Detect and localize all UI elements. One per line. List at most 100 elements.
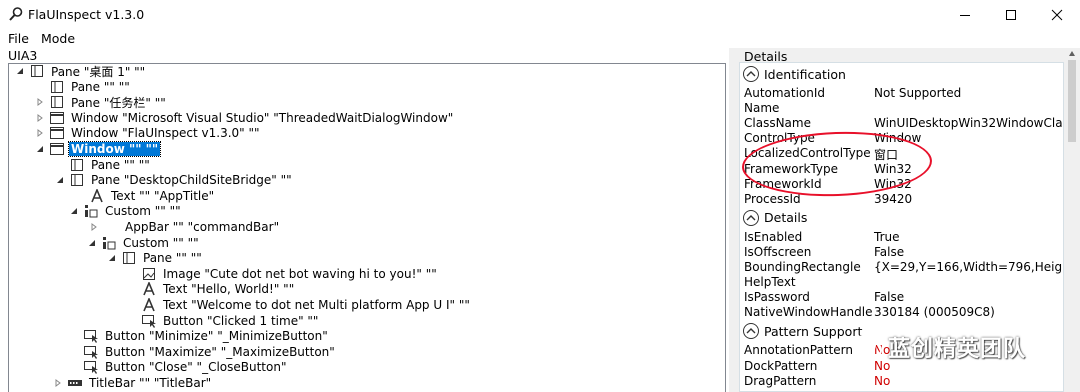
- window-icon: [49, 141, 65, 157]
- property-value: WinUIDesktopWin32WindowCla: [874, 116, 1063, 131]
- details-scrollbar[interactable]: [1064, 48, 1080, 392]
- menu-bar: File Mode: [0, 30, 1080, 48]
- custom-icon: [101, 235, 117, 251]
- property-name: DragPattern: [744, 373, 817, 388]
- property-name: IsOffscreen: [744, 244, 812, 259]
- tree-row-label: Text "Hello, World!" "": [163, 282, 295, 297]
- property-value: 39420: [874, 191, 913, 206]
- tree-row[interactable]: Pane "DesktopChildSiteBridge" "": [55, 172, 294, 188]
- tree-row[interactable]: Window "FlaUInspect v1.3.0" "": [35, 125, 262, 141]
- tree-row[interactable]: Image "Cute dot net bot waving hi to you…: [127, 266, 439, 282]
- window-icon: [49, 125, 65, 141]
- expanded-arrow-icon[interactable]: [55, 172, 65, 188]
- tree-row-label: Pane "DesktopChildSiteBridge" "": [91, 173, 292, 188]
- watermark-text: 蓝创精英团队: [888, 337, 1027, 362]
- collapse-chevron-icon[interactable]: [743, 323, 759, 340]
- property-name: FrameworkType: [744, 161, 838, 176]
- tree-row-label: Image "Cute dot net bot waving hi to you…: [163, 266, 437, 281]
- tree-row[interactable]: Button "Minimize" "_MinimizeButton": [69, 328, 330, 344]
- button-icon: [141, 313, 157, 329]
- image-icon: [141, 266, 157, 282]
- expanded-arrow-icon[interactable]: [15, 64, 25, 79]
- property-name: LocalizedControlType: [744, 146, 871, 161]
- tree-row-label: Button "Close" "_CloseButton": [105, 360, 287, 375]
- tree-row[interactable]: Pane "" "": [107, 250, 204, 266]
- property-value: True: [874, 229, 900, 244]
- collapsed-arrow-icon[interactable]: [35, 94, 45, 110]
- tree-row[interactable]: Button "Close" "_CloseButton": [69, 359, 288, 375]
- property-name: IsPassword: [744, 290, 810, 305]
- tree-row[interactable]: AppBar "" "commandBar": [89, 219, 281, 235]
- property-value: No: [874, 373, 891, 388]
- title-bar: FlaUInspect v1.3.0: [0, 0, 1080, 30]
- collapsed-arrow-icon[interactable]: [89, 219, 99, 235]
- watermark: 蓝创精英团队: [852, 330, 1026, 364]
- collapsed-arrow-icon[interactable]: [53, 375, 63, 391]
- collapse-chevron-icon[interactable]: [743, 209, 759, 226]
- scrollbar-thumb[interactable]: [1068, 60, 1076, 142]
- expanded-arrow-icon[interactable]: [35, 141, 45, 157]
- expanded-arrow-icon[interactable]: [107, 250, 117, 266]
- tree-row[interactable]: Custom "" "": [87, 235, 201, 251]
- element-tree[interactable]: Pane "桌面 1" "" Pane "" "" Pane "任务栏" "" Win…: [8, 63, 726, 392]
- tree-row[interactable]: Window "Microsoft Visual Studio" "Thread…: [35, 110, 455, 126]
- collapsed-arrow-icon[interactable]: [35, 110, 45, 126]
- minimize-window-button[interactable]: [942, 0, 988, 30]
- property-name: HelpText: [744, 275, 796, 290]
- no-icon: [103, 219, 119, 235]
- property-value: False: [874, 290, 905, 305]
- property-name: Name: [744, 101, 780, 116]
- tree-row-label: Custom "" "": [123, 235, 199, 250]
- tree-row[interactable]: Text "Hello, World!" "": [127, 281, 296, 297]
- property-name: AutomationId: [744, 86, 826, 100]
- pattern-support-header[interactable]: Pattern Support: [743, 322, 862, 340]
- wechat-logo-icon: [852, 335, 882, 359]
- property-value: Win32: [874, 161, 912, 176]
- property-value: 330184 (000509C8): [874, 305, 995, 320]
- pane-icon: [121, 250, 137, 266]
- tree-row[interactable]: TitleBar "" "TitleBar": [53, 375, 213, 391]
- tree-row[interactable]: Window "" "": [35, 141, 162, 157]
- tree-row-label: Custom "" "": [105, 204, 181, 219]
- identification-header[interactable]: Identification: [743, 65, 846, 83]
- window-icon: [49, 110, 65, 126]
- expanded-arrow-icon[interactable]: [87, 235, 97, 251]
- scroll-up-icon[interactable]: [1068, 50, 1076, 58]
- tree-row[interactable]: Button "Clicked 1 time" "": [127, 313, 320, 329]
- collapse-chevron-icon[interactable]: [743, 66, 759, 82]
- tree-row-label: Button "Clicked 1 time" "": [163, 313, 319, 328]
- tree-caption: UIA3: [8, 48, 38, 63]
- expanded-arrow-icon[interactable]: [69, 203, 79, 219]
- tree-row[interactable]: Pane "" "": [35, 79, 132, 95]
- maximize-window-button[interactable]: [988, 0, 1034, 30]
- tree-row-label: AppBar "" "commandBar": [125, 220, 280, 234]
- tree-row[interactable]: Pane "任务栏" "": [35, 94, 168, 110]
- tree-row[interactable]: Text "" "AppTitle": [75, 188, 216, 204]
- property-name: NativeWindowHandle: [744, 305, 873, 320]
- tree-row[interactable]: Text "Welcome to dot net Multi platform …: [127, 297, 472, 313]
- button-icon: [83, 328, 99, 344]
- tree-row[interactable]: Pane "桌面 1" "": [15, 64, 147, 79]
- button-icon: [83, 344, 99, 360]
- collapsed-arrow-icon[interactable]: [35, 125, 45, 141]
- details-section-header[interactable]: Details: [743, 209, 807, 227]
- custom-icon: [83, 203, 99, 219]
- menu-mode[interactable]: Mode: [41, 31, 75, 46]
- property-value: Win32: [874, 176, 912, 191]
- close-window-button[interactable]: [1034, 0, 1080, 30]
- menu-file[interactable]: File: [8, 31, 29, 46]
- tree-row-label: Text "" "AppTitle": [111, 188, 215, 203]
- tree-row[interactable]: Button "Maximize" "_MaximizeButton": [69, 344, 337, 360]
- tree-row[interactable]: Pane "" "": [55, 157, 152, 173]
- tree-row[interactable]: Custom "" "": [69, 203, 183, 219]
- property-name: ProcessId: [744, 191, 801, 206]
- text-icon: [141, 281, 157, 297]
- identification-header-label: Identification: [764, 66, 846, 82]
